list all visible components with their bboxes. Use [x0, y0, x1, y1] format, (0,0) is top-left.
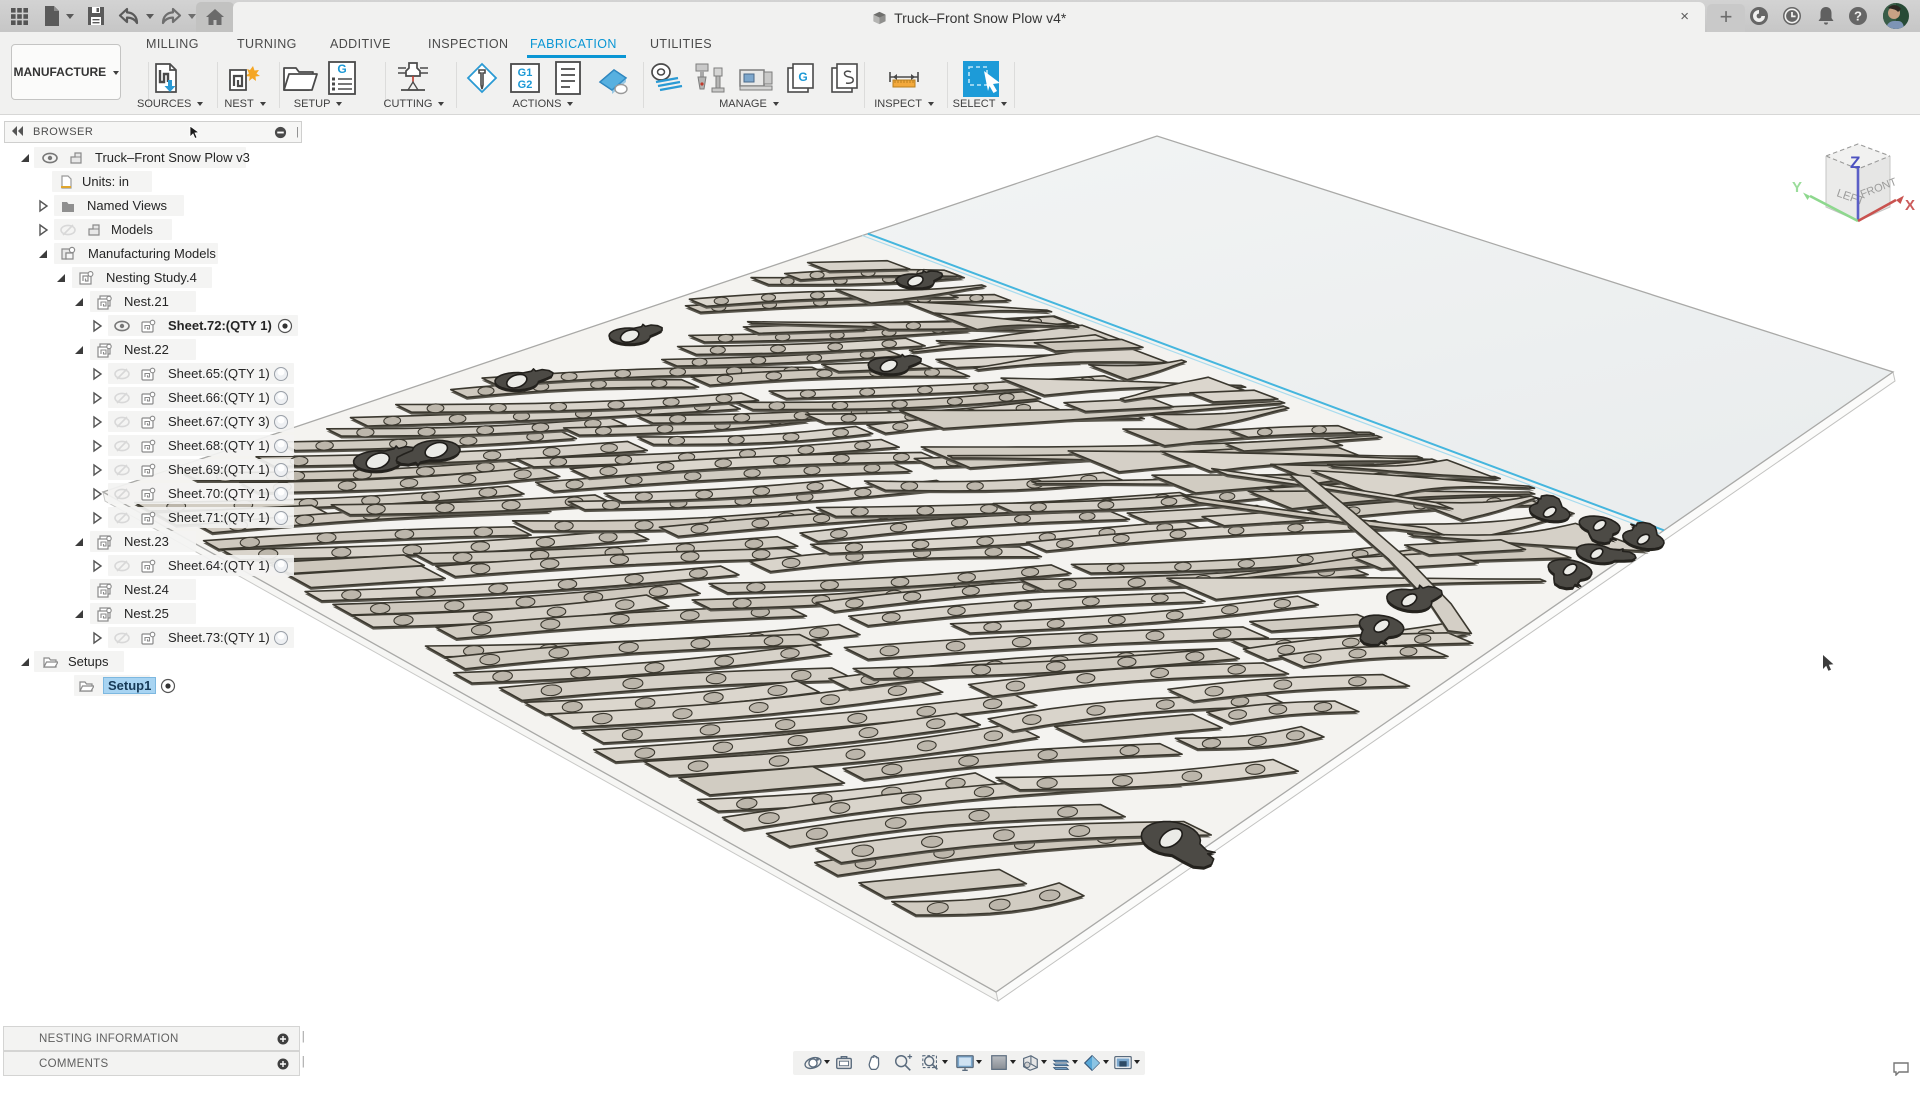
svg-text:G2: G2 — [518, 79, 533, 91]
svg-text:Z: Z — [1850, 153, 1860, 172]
svg-text:G: G — [798, 70, 807, 84]
svg-text:G1: G1 — [518, 67, 533, 79]
svg-text:G: G — [337, 62, 346, 76]
svg-text:Y: Y — [1792, 179, 1802, 196]
svg-text:?: ? — [1854, 9, 1862, 24]
svg-text:X: X — [1905, 197, 1915, 214]
